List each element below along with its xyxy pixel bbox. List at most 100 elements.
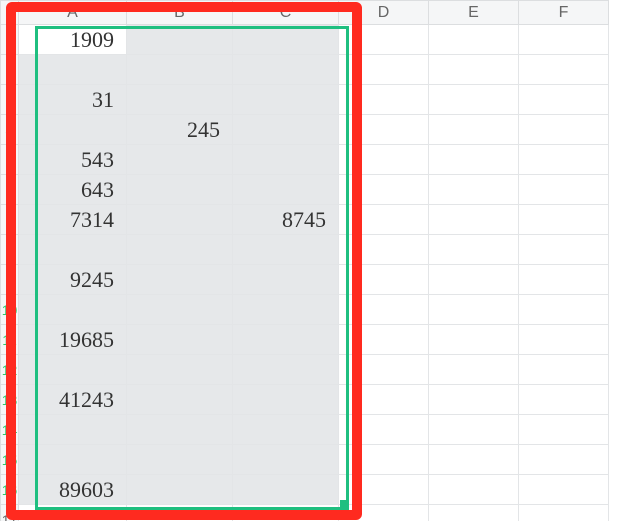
cell-E11[interactable]	[429, 325, 519, 355]
cell-D17[interactable]	[339, 505, 429, 521]
cell-D13[interactable]	[339, 385, 429, 415]
cell-B2[interactable]	[127, 55, 233, 85]
row-header[interactable]: 11	[1, 325, 19, 355]
cell-B10[interactable]	[127, 295, 233, 325]
cell-C11[interactable]	[233, 325, 339, 355]
cell-C2[interactable]	[233, 55, 339, 85]
cell-E4[interactable]	[429, 115, 519, 145]
cell-D12[interactable]	[339, 355, 429, 385]
cell-B4[interactable]: 245	[127, 115, 233, 145]
cell-D11[interactable]	[339, 325, 429, 355]
cell-A13[interactable]: 41243	[19, 385, 127, 415]
cell-A4[interactable]	[19, 115, 127, 145]
cell-B7[interactable]	[127, 205, 233, 235]
cell-A2[interactable]	[19, 55, 127, 85]
cell-F9[interactable]	[519, 265, 609, 295]
cell-A7[interactable]: 7314	[19, 205, 127, 235]
cell-D10[interactable]	[339, 295, 429, 325]
cell-B12[interactable]	[127, 355, 233, 385]
cell-C14[interactable]	[233, 415, 339, 445]
cell-E16[interactable]	[429, 475, 519, 505]
cell-E5[interactable]	[429, 145, 519, 175]
cell-F1[interactable]	[519, 25, 609, 55]
cell-B1[interactable]	[127, 25, 233, 55]
cell-C1[interactable]	[233, 25, 339, 55]
cell-B11[interactable]	[127, 325, 233, 355]
column-header-F[interactable]: F	[519, 1, 609, 25]
cell-D7[interactable]	[339, 205, 429, 235]
cell-B6[interactable]	[127, 175, 233, 205]
cell-F11[interactable]	[519, 325, 609, 355]
cell-A3[interactable]: 31	[19, 85, 127, 115]
cell-B9[interactable]	[127, 265, 233, 295]
cell-B15[interactable]	[127, 445, 233, 475]
cell-B8[interactable]	[127, 235, 233, 265]
cell-E10[interactable]	[429, 295, 519, 325]
cell-A1[interactable]: 1909	[19, 25, 127, 55]
cell-F12[interactable]	[519, 355, 609, 385]
cell-C3[interactable]	[233, 85, 339, 115]
cell-E8[interactable]	[429, 235, 519, 265]
cell-F7[interactable]	[519, 205, 609, 235]
cell-D15[interactable]	[339, 445, 429, 475]
cell-F8[interactable]	[519, 235, 609, 265]
cell-F4[interactable]	[519, 115, 609, 145]
cell-E14[interactable]	[429, 415, 519, 445]
cell-A12[interactable]	[19, 355, 127, 385]
cell-A8[interactable]	[19, 235, 127, 265]
cell-F10[interactable]	[519, 295, 609, 325]
row-header[interactable]: 15	[1, 445, 19, 475]
cell-F17[interactable]	[519, 505, 609, 521]
row-header[interactable]: 8	[1, 235, 19, 265]
cell-C4[interactable]	[233, 115, 339, 145]
cell-E17[interactable]	[429, 505, 519, 521]
cell-E12[interactable]	[429, 355, 519, 385]
cell-A17[interactable]	[19, 505, 127, 521]
cell-D16[interactable]	[339, 475, 429, 505]
row-header[interactable]: 13	[1, 385, 19, 415]
cell-F14[interactable]	[519, 415, 609, 445]
cell-E7[interactable]	[429, 205, 519, 235]
cell-E1[interactable]	[429, 25, 519, 55]
row-header[interactable]: 1	[1, 25, 19, 55]
row-header[interactable]: 12	[1, 355, 19, 385]
cell-E9[interactable]	[429, 265, 519, 295]
cell-E13[interactable]	[429, 385, 519, 415]
row-header[interactable]: 14	[1, 415, 19, 445]
cell-C13[interactable]	[233, 385, 339, 415]
cell-D2[interactable]	[339, 55, 429, 85]
cell-C6[interactable]	[233, 175, 339, 205]
cell-A5[interactable]: 543	[19, 145, 127, 175]
fill-handle[interactable]	[340, 500, 347, 507]
cell-F2[interactable]	[519, 55, 609, 85]
cell-E6[interactable]	[429, 175, 519, 205]
cell-D1[interactable]	[339, 25, 429, 55]
cell-C17[interactable]	[233, 505, 339, 521]
cell-B16[interactable]	[127, 475, 233, 505]
cell-A15[interactable]	[19, 445, 127, 475]
cell-D4[interactable]	[339, 115, 429, 145]
cell-A11[interactable]: 19685	[19, 325, 127, 355]
row-header[interactable]: 2	[1, 55, 19, 85]
cell-C16[interactable]	[233, 475, 339, 505]
row-header[interactable]: 6	[1, 175, 19, 205]
cell-B13[interactable]	[127, 385, 233, 415]
column-header-D[interactable]: D	[339, 1, 429, 25]
cell-F5[interactable]	[519, 145, 609, 175]
cell-F6[interactable]	[519, 175, 609, 205]
cell-E3[interactable]	[429, 85, 519, 115]
row-header[interactable]: 10	[1, 295, 19, 325]
cell-D5[interactable]	[339, 145, 429, 175]
cell-D6[interactable]	[339, 175, 429, 205]
cell-A16[interactable]: 89603	[19, 475, 127, 505]
column-header-A[interactable]: A	[19, 1, 127, 25]
column-header-E[interactable]: E	[429, 1, 519, 25]
cell-B14[interactable]	[127, 415, 233, 445]
cell-A6[interactable]: 643	[19, 175, 127, 205]
column-header-C[interactable]: C	[233, 1, 339, 25]
cell-A10[interactable]	[19, 295, 127, 325]
cell-D9[interactable]	[339, 265, 429, 295]
spreadsheet-grid[interactable]: A B C D E F 1 1909 2 3 31 4 24	[0, 0, 609, 521]
row-header[interactable]: 5	[1, 145, 19, 175]
row-header[interactable]: 4	[1, 115, 19, 145]
